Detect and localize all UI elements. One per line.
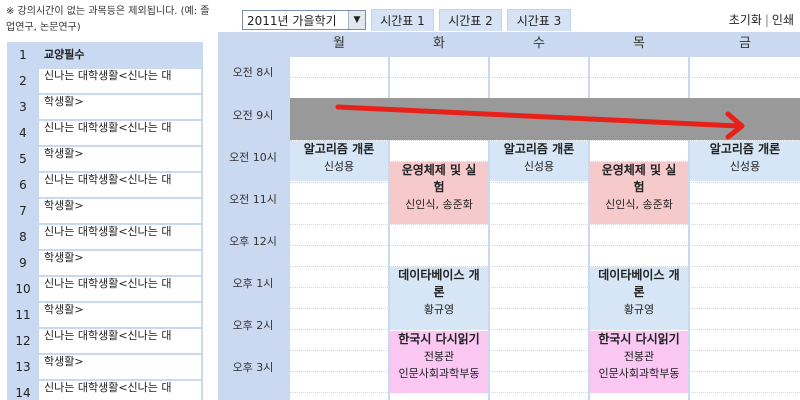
red-arrow-annotation <box>335 104 745 140</box>
